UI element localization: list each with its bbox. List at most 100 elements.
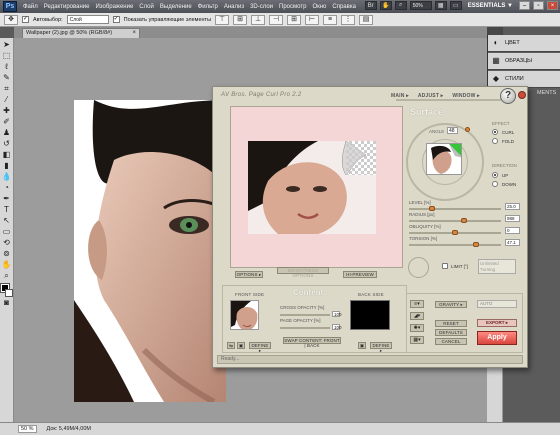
dialog-close-icon[interactable] (518, 91, 526, 99)
define-back-button[interactable]: DEFINE ▸ (370, 342, 392, 353)
zoom-tool-icon[interactable]: ⌕ (1, 271, 12, 281)
cross-opacity-input[interactable]: 100 (332, 311, 342, 317)
limit-checkbox[interactable] (442, 263, 448, 269)
move-tool-icon[interactable]: ➤ (1, 40, 12, 50)
effect-curl-radio[interactable] (492, 129, 498, 135)
align-top-icon[interactable]: ⊤ (215, 14, 230, 25)
menu-select[interactable]: Выделение (157, 4, 195, 10)
shape-tool-icon[interactable]: ▭ (1, 227, 12, 237)
grid-icon[interactable]: ▦▾ (410, 336, 424, 344)
gravity-auto-field[interactable]: AUTO (477, 300, 517, 308)
zoom-select[interactable]: 50% (409, 1, 432, 10)
move-tool-preset-icon[interactable]: ✥ (4, 14, 18, 25)
obliquity-value-input[interactable]: 0 (505, 227, 520, 234)
direction-down-radio[interactable] (492, 181, 498, 187)
hand-icon[interactable]: ✋ (379, 1, 392, 10)
workspace-switcher[interactable]: ESSENTIALS ▼ (465, 3, 516, 9)
help-button[interactable]: ? (500, 88, 516, 104)
shadow-icon[interactable]: ◢▾ (410, 312, 424, 320)
menu-file[interactable]: Файл (20, 4, 41, 10)
pen-tool-icon[interactable]: ✒ (1, 194, 12, 204)
history-brush-icon[interactable]: ↺ (1, 139, 12, 149)
close-icon[interactable]: × (547, 1, 558, 10)
autoselect-checkbox[interactable]: ✓ (22, 16, 29, 23)
stack-icon[interactable]: ≡▾ (410, 300, 424, 308)
radius-slider-track[interactable] (409, 220, 501, 222)
align-bottom-icon[interactable]: ⊥ (251, 14, 266, 25)
menu-analysis[interactable]: Анализ (221, 4, 247, 10)
page-opacity-input[interactable]: 100 (332, 324, 342, 330)
menu-help[interactable]: Справка (329, 4, 359, 10)
level-value-input[interactable]: 25.0 (505, 203, 520, 210)
align-right-icon[interactable]: ⊢ (305, 14, 320, 25)
quick-mask-icon[interactable]: ◙ (1, 298, 12, 308)
define-front-button[interactable]: DEFINE ▸ (249, 342, 271, 353)
background-color-swatch[interactable] (4, 289, 13, 297)
reset-button[interactable]: RESET (435, 320, 467, 327)
show-controls-checkbox[interactable]: ✓ (112, 16, 120, 23)
quick-select-tool-icon[interactable]: ✎ (1, 73, 12, 83)
cancel-button[interactable]: CANCEL (435, 338, 467, 345)
gravity-button[interactable]: GRAVITY ▸ (435, 301, 467, 308)
menu-adjust[interactable]: ADJUST ▸ (418, 93, 444, 99)
eraser-tool-icon[interactable]: ◧ (1, 150, 12, 160)
front-side-thumbnail[interactable] (230, 300, 259, 330)
menu-view[interactable]: Просмотр (276, 4, 309, 10)
zoom-icon[interactable]: ⌕ (394, 1, 407, 10)
brush-tool-icon[interactable]: ✐ (1, 117, 12, 127)
options-button[interactable]: OPTIONS ▸ (235, 271, 263, 278)
align-middle-icon[interactable]: ⊞ (233, 14, 248, 25)
3d-orbit-tool-icon[interactable]: ⊚ (1, 249, 12, 259)
restore-icon[interactable]: ▫ (533, 1, 544, 10)
back-side-thumbnail[interactable] (350, 300, 390, 330)
radius-slider-thumb[interactable] (461, 218, 468, 223)
front-swap-icon[interactable]: ⇆ (227, 342, 235, 349)
direction-up-radio[interactable] (492, 172, 498, 178)
limit-field[interactable]: Unlimited Turning (478, 259, 516, 274)
align-center-icon[interactable]: ⊞ (287, 14, 302, 25)
marquee-tool-icon[interactable]: ⬚ (1, 51, 12, 61)
menu-edit[interactable]: Редактирование (41, 4, 93, 10)
hi-preview-button[interactable]: HI-PREVIEW (343, 271, 377, 278)
lasso-tool-icon[interactable]: ℓ (1, 62, 12, 72)
hand-tool-icon[interactable]: ✋ (1, 260, 12, 270)
limit-dial[interactable] (408, 257, 429, 278)
align-left-icon[interactable]: ⊣ (269, 14, 284, 25)
page-opacity-track[interactable] (280, 327, 330, 329)
level-slider-thumb[interactable] (429, 206, 435, 211)
menu-main[interactable]: MAIN ▸ (391, 93, 409, 99)
panel-swatches[interactable]: ▦ ОБРАЗЦЫ (488, 53, 560, 70)
panel-color[interactable]: ◐ ЦВЕТ (488, 35, 560, 52)
autoselect-select[interactable]: Слой (66, 15, 109, 24)
torsion-slider-track[interactable] (409, 244, 501, 246)
type-tool-icon[interactable]: T (1, 205, 12, 215)
menu-3d[interactable]: 3D-слои (247, 4, 276, 10)
path-select-tool-icon[interactable]: ↖ (1, 216, 12, 226)
arrange-icon[interactable]: ▦ (434, 1, 447, 10)
torsion-slider-thumb[interactable] (473, 242, 480, 247)
screen-mode-icon[interactable]: ▭ (449, 1, 462, 10)
level-slider-track[interactable] (409, 208, 501, 210)
document-close-icon[interactable]: × (132, 29, 136, 38)
menu-filter[interactable]: Фильтр (195, 4, 221, 10)
menu-layer[interactable]: Слой (136, 4, 157, 10)
preview-area[interactable] (230, 106, 403, 268)
defaults-button[interactable]: DEFAULTS (435, 329, 467, 336)
back-fit-icon[interactable]: ▣ (358, 342, 366, 349)
menu-window[interactable]: WINDOW ▸ (452, 93, 479, 99)
stamp-tool-icon[interactable]: ♟ (1, 128, 12, 138)
healing-tool-icon[interactable]: ✚ (1, 106, 12, 116)
angle-input[interactable]: 48 (447, 127, 458, 134)
export-button[interactable]: EXPORT ▸ (477, 319, 517, 327)
front-fit-icon[interactable]: ▣ (237, 342, 245, 349)
crop-tool-icon[interactable]: ⌗ (1, 84, 12, 94)
auto-align-icon[interactable]: ▤ (359, 14, 374, 25)
effect-fold-radio[interactable] (492, 138, 498, 144)
status-doc-info[interactable]: Док: 5,49M/4,00M (47, 426, 91, 432)
status-zoom[interactable]: 50 % (18, 425, 37, 433)
minimize-icon[interactable]: – (519, 1, 530, 10)
blur-tool-icon[interactable]: 💧 (1, 172, 12, 182)
angle-knob[interactable] (465, 127, 470, 132)
bridge-icon[interactable]: Br (364, 1, 377, 10)
apply-button[interactable]: Apply (477, 331, 517, 345)
